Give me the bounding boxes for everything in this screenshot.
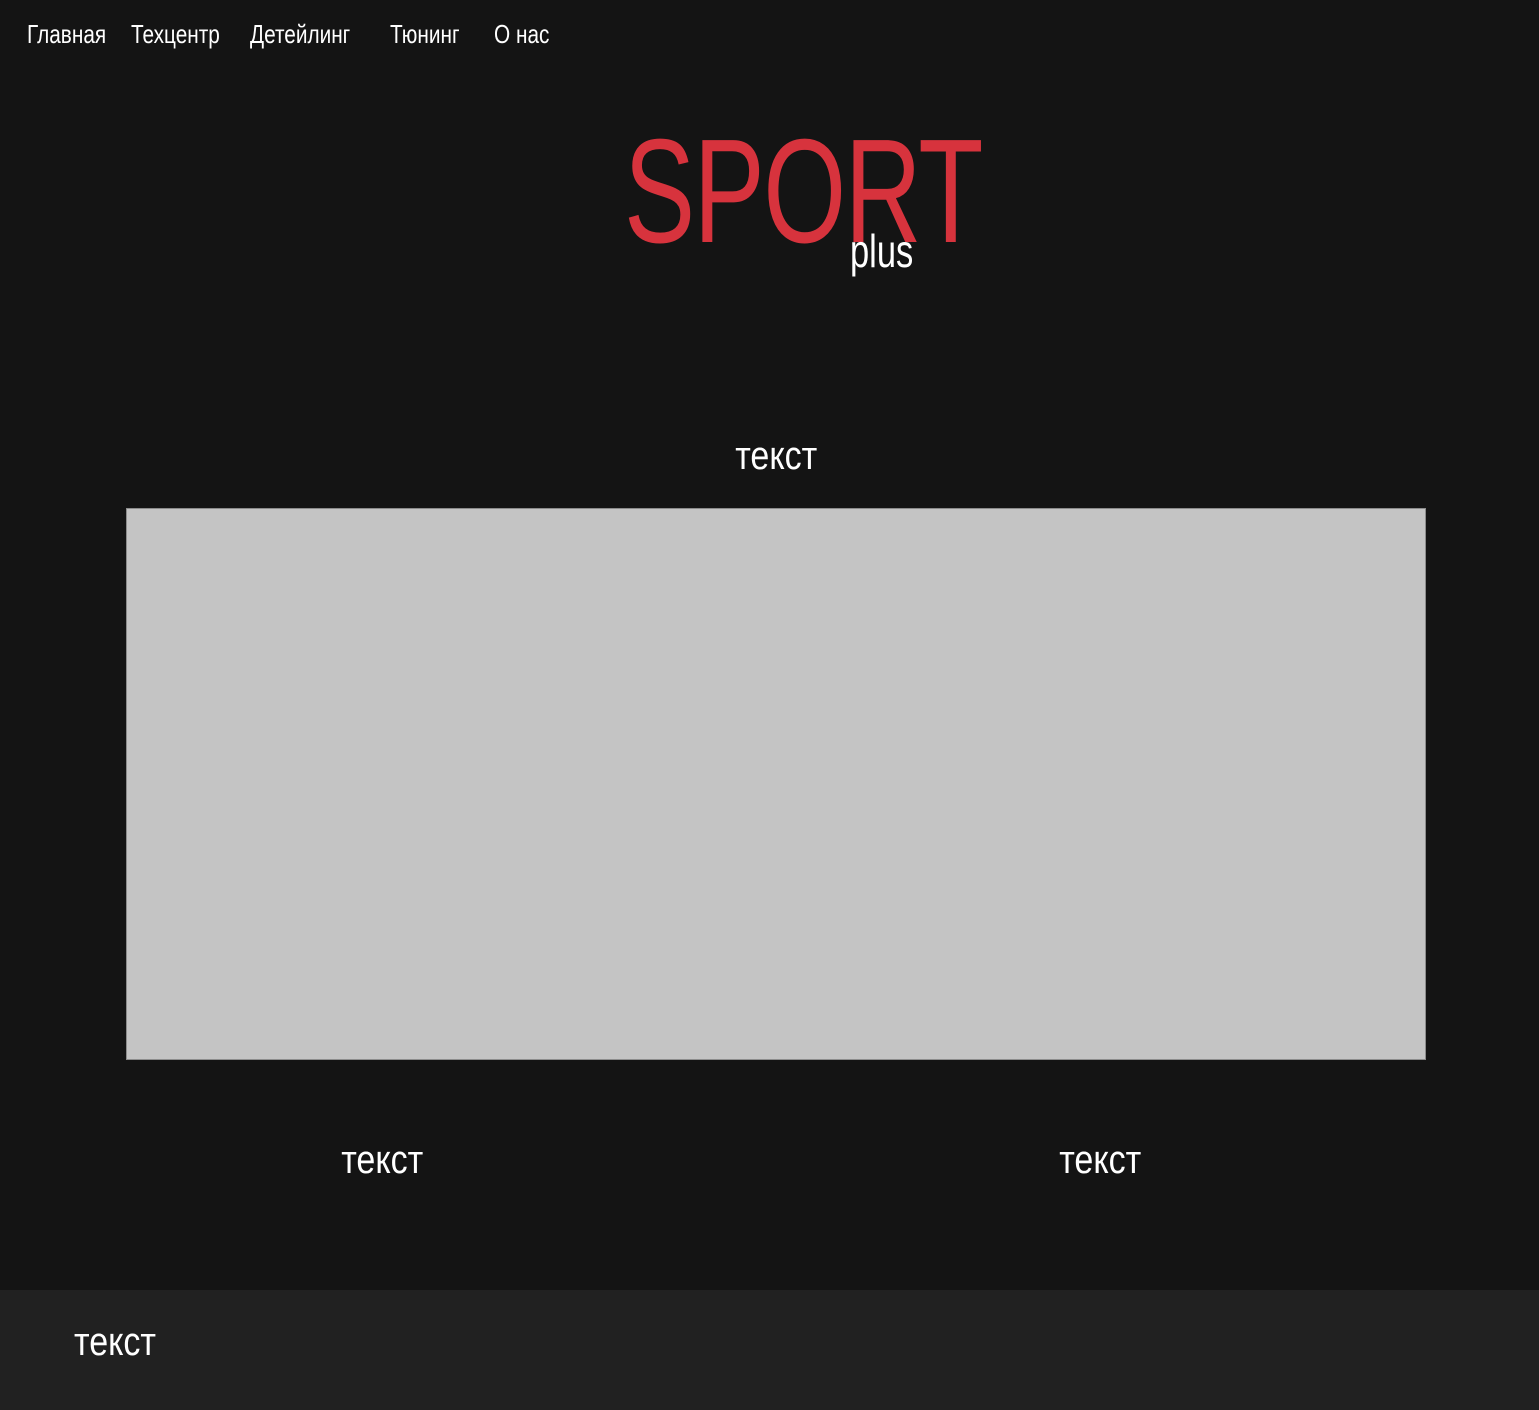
left-column-text: текст — [282, 1134, 482, 1186]
page-footer: текст — [0, 1290, 1539, 1410]
right-column-text: текст — [1000, 1134, 1200, 1186]
right-column-label: текст — [1059, 1138, 1141, 1182]
nav-item-home[interactable]: Главная — [27, 14, 106, 54]
nav-item-tuning[interactable]: Тюнинг — [390, 14, 460, 54]
left-column-label: текст — [341, 1138, 423, 1182]
site-logo[interactable]: SPORT plus — [624, 118, 983, 288]
logo-main-text: SPORT — [624, 109, 983, 274]
nav-item-techcenter[interactable]: Техцентр — [131, 14, 220, 54]
section-heading: текст — [0, 430, 1539, 482]
nav-item-about[interactable]: О нас — [494, 14, 549, 54]
logo-sub-text: plus — [850, 225, 914, 277]
image-placeholder — [126, 508, 1426, 1060]
footer-text: текст — [74, 1320, 156, 1364]
nav-item-detailing[interactable]: Детейлинг — [250, 14, 350, 54]
section-heading-text: текст — [735, 434, 818, 478]
